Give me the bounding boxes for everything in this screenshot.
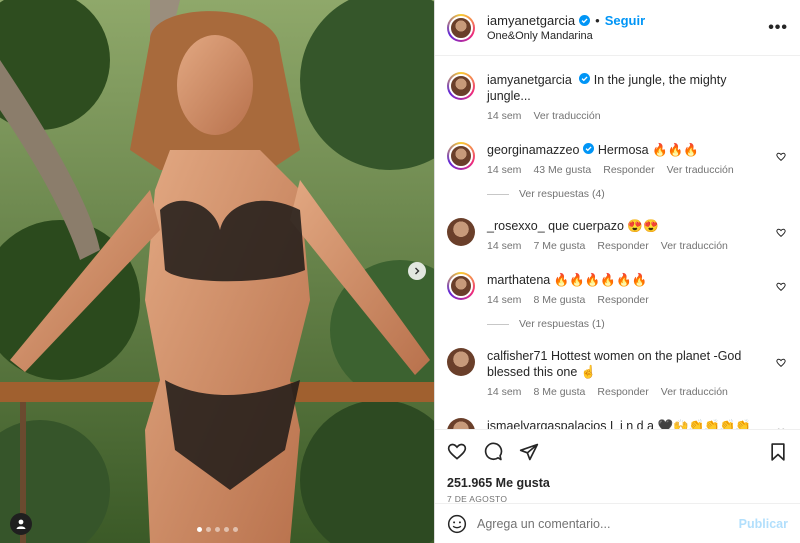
comment-time: 14 sem [487,164,522,176]
commenter-username[interactable]: calfisher71 [487,349,547,363]
comment-item: _rosexxo_ que cuerpazo 😍😍 14 sem 7 Me gust… [447,218,788,252]
post-side-panel: iamyanetgarcia • Seguir One&Only Mandari… [434,0,800,543]
caption-time: 14 sem [487,110,522,122]
comment-likes[interactable]: 8 Me gusta [533,294,585,306]
comment-like-icon[interactable] [776,358,786,368]
replies-divider [487,193,509,195]
comment-text: L i n d a 🖤🙌👏👏👏👏 [610,419,751,429]
comment-time: 14 sem [487,294,522,306]
commenter-username[interactable]: georginamazzeo [487,143,579,157]
comment-likes[interactable]: 43 Me gusta [533,164,591,176]
verified-badge-icon [583,143,595,154]
commenter-username[interactable]: ismaelvargaspalacios [487,419,607,429]
reply-button[interactable]: Responder [597,294,648,306]
post-location[interactable]: One&Only Mandarina [487,30,768,42]
commenter-avatar[interactable] [447,142,475,170]
view-replies-label: Ver respuestas (4) [519,188,605,200]
comment-item: georginamazzeo Hermosa 🔥🔥🔥 14 sem 43 Me gu… [447,142,788,176]
commenter-avatar[interactable] [447,418,475,429]
bookmark-icon[interactable] [768,442,788,462]
chevron-right-icon [415,267,420,275]
share-icon[interactable] [519,442,539,462]
replies-divider [487,323,509,325]
likes-count[interactable]: 251.965 Me gusta [447,476,788,490]
carousel-dots [0,527,434,532]
caption-username[interactable]: iamyanetgarcia [487,73,572,87]
emoji-icon[interactable] [447,514,467,534]
view-replies-button[interactable]: Ver respuestas (1) [487,318,788,330]
commenter-avatar[interactable] [447,348,475,376]
translate-link[interactable]: Ver traducción [661,240,728,252]
post-photo [0,0,434,543]
comment-item: ismaelvargaspalacios L i n d a 🖤🙌👏👏👏👏8 s… [447,418,788,429]
comment-item: marthatena 🔥🔥🔥🔥🔥🔥 14 sem 8 Me gusta Respond… [447,272,788,306]
commenter-username[interactable]: _rosexxo_ [487,219,545,233]
comment-like-icon[interactable] [776,282,786,292]
translate-link[interactable]: Ver traducción [661,386,728,398]
caption: iamyanetgarcia In the jungle, the mighty… [447,72,788,122]
author-avatar[interactable] [447,13,475,42]
post-header: iamyanetgarcia • Seguir One&Only Mandari… [435,0,800,56]
commenter-username[interactable]: marthatena [487,273,550,287]
comment-like-icon[interactable] [776,152,786,162]
comment-text: 🔥🔥🔥🔥🔥🔥 [553,273,648,287]
post-media[interactable] [0,0,434,543]
header-separator: • [595,13,600,28]
caption-translate-link[interactable]: Ver traducción [533,110,600,122]
comment-like-icon[interactable] [776,228,786,238]
carousel-dot [232,527,238,532]
caption-avatar[interactable] [447,72,475,100]
next-photo-button[interactable] [408,262,426,280]
carousel-dot [205,527,211,532]
commenter-avatar[interactable] [447,218,475,246]
translate-link[interactable]: Ver traducción [667,164,734,176]
carousel-dot [223,527,229,532]
comment-text: Hermosa 🔥🔥🔥 [597,143,699,157]
verified-badge-icon [579,15,591,26]
heart-icon[interactable] [447,442,467,462]
comment-time: 14 sem [487,386,522,398]
reply-button[interactable]: Responder [597,386,648,398]
comments-list[interactable]: iamyanetgarcia In the jungle, the mighty… [435,56,800,429]
view-replies-button[interactable]: Ver respuestas (4) [487,188,788,200]
comment-like-icon[interactable] [776,428,786,429]
commenter-avatar[interactable] [447,272,475,300]
publish-button[interactable]: Publicar [739,517,788,531]
comment-likes[interactable]: 8 Me gusta [533,386,585,398]
comment-icon[interactable] [483,442,503,462]
verified-badge-icon [579,73,591,84]
comment-time: 14 sem [487,240,522,252]
author-username[interactable]: iamyanetgarcia [487,13,575,28]
comment-composer: Publicar [435,503,800,543]
comment-text: que cuerpazo 😍😍 [548,219,659,233]
follow-button[interactable]: Seguir [605,13,645,28]
reply-button[interactable]: Responder [603,164,654,176]
reply-button[interactable]: Responder [597,240,648,252]
more-options-icon[interactable]: ••• [768,19,788,37]
comment-input[interactable] [477,516,739,531]
carousel-dot [196,527,202,532]
carousel-dot [214,527,220,532]
view-replies-label: Ver respuestas (1) [519,318,605,330]
comment-likes[interactable]: 7 Me gusta [533,240,585,252]
comment-item: calfisher71 Hottest women on the planet … [447,348,788,398]
